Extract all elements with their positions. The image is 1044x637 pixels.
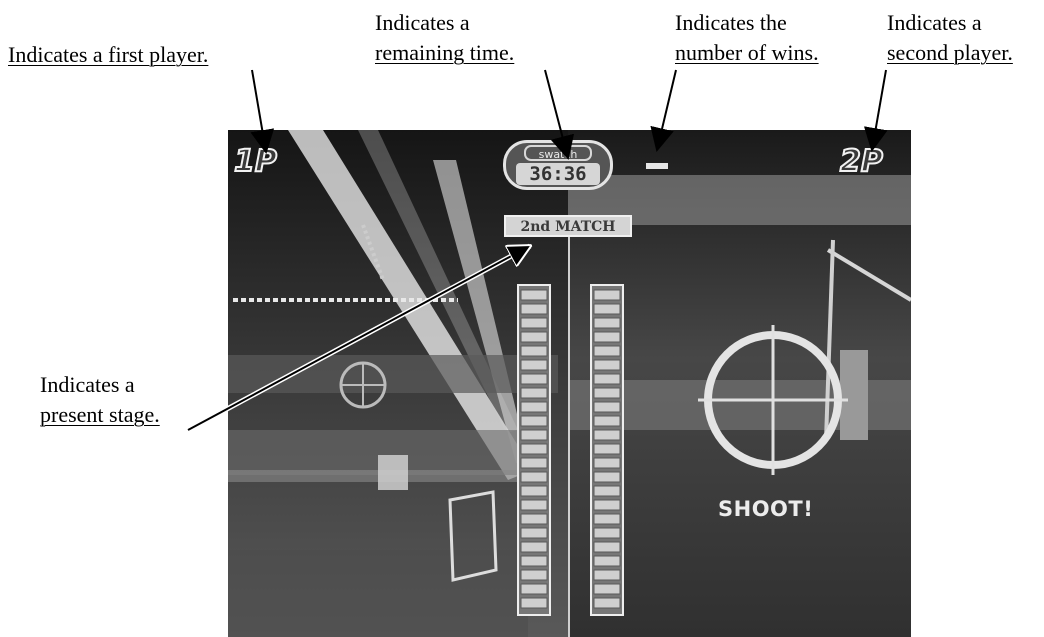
- arrow-remaining-time: [544, 69, 575, 160]
- arrow-number-of-wins: [650, 69, 677, 152]
- arrow-second-player: [863, 69, 888, 152]
- callout-arrows: [186, 69, 888, 433]
- arrow-present-stage: [187, 246, 530, 431]
- arrow-first-player: [250, 69, 275, 154]
